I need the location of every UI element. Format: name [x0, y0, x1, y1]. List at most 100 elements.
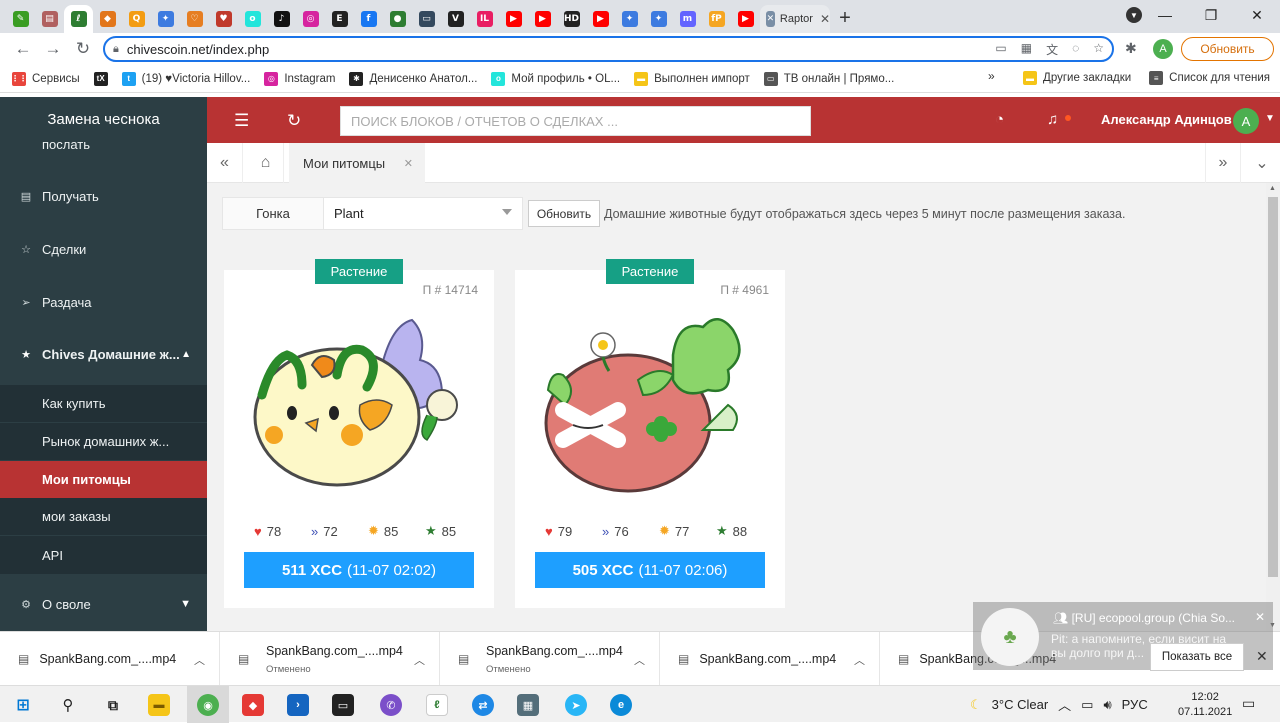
- close-window-icon[interactable]: ✕: [1234, 7, 1280, 24]
- close-downloads-icon[interactable]: ✕: [1256, 648, 1268, 665]
- tabs-scroll-left-icon[interactable]: «: [207, 143, 243, 183]
- file-explorer-icon[interactable]: ▬: [148, 694, 170, 716]
- address-bar[interactable]: 🔒︎ chivescoin.net/index.php ▭ ▦ 文 ◌ ☆: [103, 36, 1114, 62]
- chevron-up-icon[interactable]: ︿: [414, 652, 425, 668]
- race-filter-select[interactable]: Plant: [323, 197, 523, 230]
- close-tab-icon[interactable]: ✕: [820, 12, 830, 26]
- browser-tab[interactable]: fP: [702, 5, 731, 33]
- bookmark-item[interactable]: ◎ Instagram: [264, 71, 335, 86]
- content-scrollbar[interactable]: ▲ ▼: [1266, 183, 1280, 631]
- teamviewer-icon[interactable]: ⇄: [472, 694, 494, 716]
- tab-search-icon[interactable]: ▼: [1126, 7, 1142, 23]
- pet-price-button[interactable]: 511 XCC (11-07 02:02): [244, 552, 474, 588]
- browser-tab[interactable]: Q: [122, 5, 151, 33]
- menu-toggle-icon[interactable]: ☰: [234, 111, 249, 131]
- sidebar-sub-pet-market[interactable]: Рынок домашних ж...: [0, 423, 207, 460]
- browser-tab[interactable]: ◆: [93, 5, 122, 33]
- star-bookmark-icon[interactable]: ☆: [1093, 41, 1104, 58]
- telegram-icon[interactable]: ➤: [565, 694, 587, 716]
- forward-icon[interactable]: →: [38, 39, 68, 59]
- browser-tab[interactable]: m: [673, 5, 702, 33]
- browser-tab[interactable]: ●: [383, 5, 412, 33]
- browser-tab[interactable]: ♥: [209, 5, 238, 33]
- viber-icon[interactable]: ✆: [380, 694, 402, 716]
- lock-icon[interactable]: 🔒︎: [113, 43, 119, 56]
- sidebar-sub-api[interactable]: API: [0, 536, 207, 574]
- tabs-menu-chevron-icon[interactable]: ⌄: [1244, 143, 1280, 183]
- bookmark-item[interactable]: ≡ Список для чтения: [1149, 71, 1270, 85]
- bookmark-item[interactable]: ▭ ТВ онлайн | Прямо...: [763, 71, 894, 86]
- chevron-up-icon[interactable]: ︿: [634, 652, 645, 668]
- bell-icon[interactable]: ♫: [1047, 111, 1058, 128]
- browser-tab[interactable]: IL: [470, 5, 499, 33]
- search-icon[interactable]: ⚲: [57, 694, 79, 716]
- browser-tab[interactable]: ▭: [412, 5, 441, 33]
- cast-icon[interactable]: ▭: [995, 41, 1006, 58]
- user-name[interactable]: Александр Адинцов: [1101, 112, 1232, 127]
- user-menu-caret-icon[interactable]: ▼: [1265, 113, 1275, 124]
- browser-tab-raptor[interactable]: ✕ Raptor ✕: [760, 5, 830, 33]
- user-avatar[interactable]: A: [1233, 108, 1259, 134]
- notification-center-icon[interactable]: ▭: [1242, 695, 1255, 712]
- pet-card[interactable]: Растение П # 4961 ♥ 79 » 76 ✹ 77 ★ 88 505 XC…: [515, 259, 785, 608]
- browser-tab[interactable]: f: [354, 5, 383, 33]
- app-brand[interactable]: Замена чеснока: [0, 97, 207, 142]
- block-search-input[interactable]: ПОИСК БЛОКОВ / ОТЧЕТОВ О СДЕЛКАХ ...: [340, 106, 811, 136]
- sidebar-item-chives-pets[interactable]: ★ Chives Домашние ж... ▲: [0, 333, 207, 375]
- task-view-icon[interactable]: ⧉: [102, 694, 124, 716]
- browser-tab[interactable]: ▶: [499, 5, 528, 33]
- refresh-icon[interactable]: ↻: [287, 111, 301, 131]
- pet-card[interactable]: Растение П # 14714 ♥ 78 » 72 ✹ 85 ★ 85 511 X…: [224, 259, 494, 608]
- scroll-up-icon[interactable]: ▲: [1269, 185, 1276, 192]
- sidebar-sub-my-pets[interactable]: Мои питомцы: [0, 461, 207, 498]
- sidebar-item-about[interactable]: ⚙ О своле ▼: [0, 583, 207, 625]
- browser-tab[interactable]: ✦: [644, 5, 673, 33]
- profile-avatar[interactable]: A: [1153, 39, 1173, 59]
- update-browser-button[interactable]: Обновить: [1181, 37, 1274, 61]
- sidebar-item-distribution[interactable]: ➢ Раздача: [0, 281, 207, 323]
- extensions-puzzle-icon[interactable]: ✱: [1125, 40, 1137, 57]
- sidebar-sub-how-to-buy[interactable]: Как купить: [0, 385, 207, 422]
- pet-price-button[interactable]: 505 XCC (11-07 02:06): [535, 552, 765, 588]
- browser-tab[interactable]: V: [441, 5, 470, 33]
- browser-tab[interactable]: ◎: [296, 5, 325, 33]
- chives-wallet-icon[interactable]: ℓ: [426, 694, 448, 716]
- tray-chevron-icon[interactable]: ︿: [1058, 695, 1071, 714]
- browser-tab[interactable]: o: [238, 5, 267, 33]
- bookmark-item[interactable]: ✱ Денисенко Анатол...: [349, 71, 477, 86]
- download-item[interactable]: ▤ SpankBang.com_....mp4 ︿: [0, 631, 220, 686]
- qr-icon[interactable]: ▦: [1021, 41, 1032, 58]
- close-tab-icon[interactable]: ✕: [404, 157, 413, 170]
- download-item[interactable]: ▤ SpankBang.com_....mp4 Отменено ︿: [220, 631, 440, 686]
- edge-icon[interactable]: e: [610, 694, 632, 716]
- browser-tab[interactable]: ✦: [151, 5, 180, 33]
- bookmark-item[interactable]: ⋮⋮ Сервисы: [11, 71, 80, 86]
- browser-tab[interactable]: ▤: [35, 5, 64, 33]
- volume-icon[interactable]: 🔊︎: [1103, 697, 1111, 713]
- browser-tab[interactable]: ✎: [6, 5, 35, 33]
- terminal-icon[interactable]: ▭: [332, 694, 354, 716]
- show-all-downloads-button[interactable]: Показать все: [1150, 643, 1244, 671]
- chevron-up-icon[interactable]: ︿: [194, 652, 205, 668]
- browser-tab[interactable]: ▶: [586, 5, 615, 33]
- translate-icon[interactable]: 文: [1046, 41, 1058, 58]
- browser-tab[interactable]: E: [325, 5, 354, 33]
- refresh-pets-button[interactable]: Обновить: [528, 200, 600, 227]
- sidebar-sub-my-orders[interactable]: мои заказы: [0, 498, 207, 535]
- browser-tab[interactable]: HD: [557, 5, 586, 33]
- toast-close-icon[interactable]: ✕: [1255, 610, 1265, 624]
- language-indicator[interactable]: РУС: [1122, 697, 1148, 712]
- tabs-scroll-right-icon[interactable]: »: [1205, 143, 1241, 183]
- browser-tab[interactable]: ♡: [180, 5, 209, 33]
- windows-start-icon[interactable]: ⊞: [12, 694, 34, 716]
- powershell-icon[interactable]: ›: [287, 694, 309, 716]
- more-bookmarks-icon[interactable]: »: [988, 69, 995, 83]
- bookmark-item[interactable]: ▬ Выполнен импорт: [634, 71, 750, 86]
- browser-tab[interactable]: ♪: [267, 5, 296, 33]
- tab-my-pets[interactable]: Мои питомцы ✕: [289, 143, 425, 183]
- bookmark-item[interactable]: t (19) ♥Victoria Hillov...: [121, 71, 250, 86]
- browser-tab[interactable]: ▶: [731, 5, 760, 33]
- scrollbar-thumb[interactable]: [1268, 197, 1278, 577]
- download-item[interactable]: ▤ SpankBang.com_....mp4 Отменено ︿: [440, 631, 660, 686]
- bookmark-item[interactable]: ▬ Другие закладки: [1023, 71, 1131, 85]
